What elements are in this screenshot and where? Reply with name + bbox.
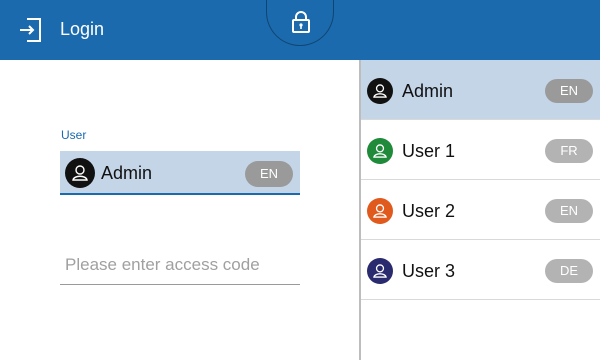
language-badge: EN <box>245 161 293 187</box>
page-title: Login <box>60 19 105 39</box>
login-screen: Login User Admin EN Admin EN User 1 FR U… <box>0 0 600 360</box>
user-avatar-icon <box>367 78 393 109</box>
user-name: User 2 <box>402 201 456 221</box>
user-list: Admin EN User 1 FR User 2 EN User 3 DE <box>361 60 600 360</box>
lock-button[interactable] <box>266 0 334 46</box>
user-list-item-user-1[interactable]: User 1 FR <box>361 120 600 180</box>
language-badge: FR <box>545 139 593 163</box>
user-name: User 1 <box>402 141 456 161</box>
user-name: User 3 <box>402 261 456 281</box>
login-icon <box>18 17 44 43</box>
user-avatar-icon <box>65 158 95 193</box>
app-header: Login <box>0 0 600 60</box>
user-avatar-icon <box>367 258 393 289</box>
language-badge: DE <box>545 259 593 283</box>
user-list-item-admin[interactable]: Admin EN <box>361 60 600 120</box>
user-list-item-user-2[interactable]: User 2 EN <box>361 180 600 240</box>
access-code-input[interactable] <box>60 247 300 283</box>
login-form: User Admin EN <box>0 60 360 360</box>
user-list-item-user-3[interactable]: User 3 DE <box>361 240 600 300</box>
language-badge: EN <box>545 79 593 103</box>
selected-user-name: Admin <box>101 163 153 183</box>
access-code-field[interactable] <box>60 247 300 285</box>
user-label: User <box>61 128 87 142</box>
user-avatar-icon <box>367 198 393 229</box>
language-badge: EN <box>545 199 593 223</box>
user-name: Admin <box>402 81 454 101</box>
user-selector[interactable]: Admin EN <box>60 151 300 195</box>
user-avatar-icon <box>367 138 393 169</box>
lock-icon <box>292 11 310 33</box>
